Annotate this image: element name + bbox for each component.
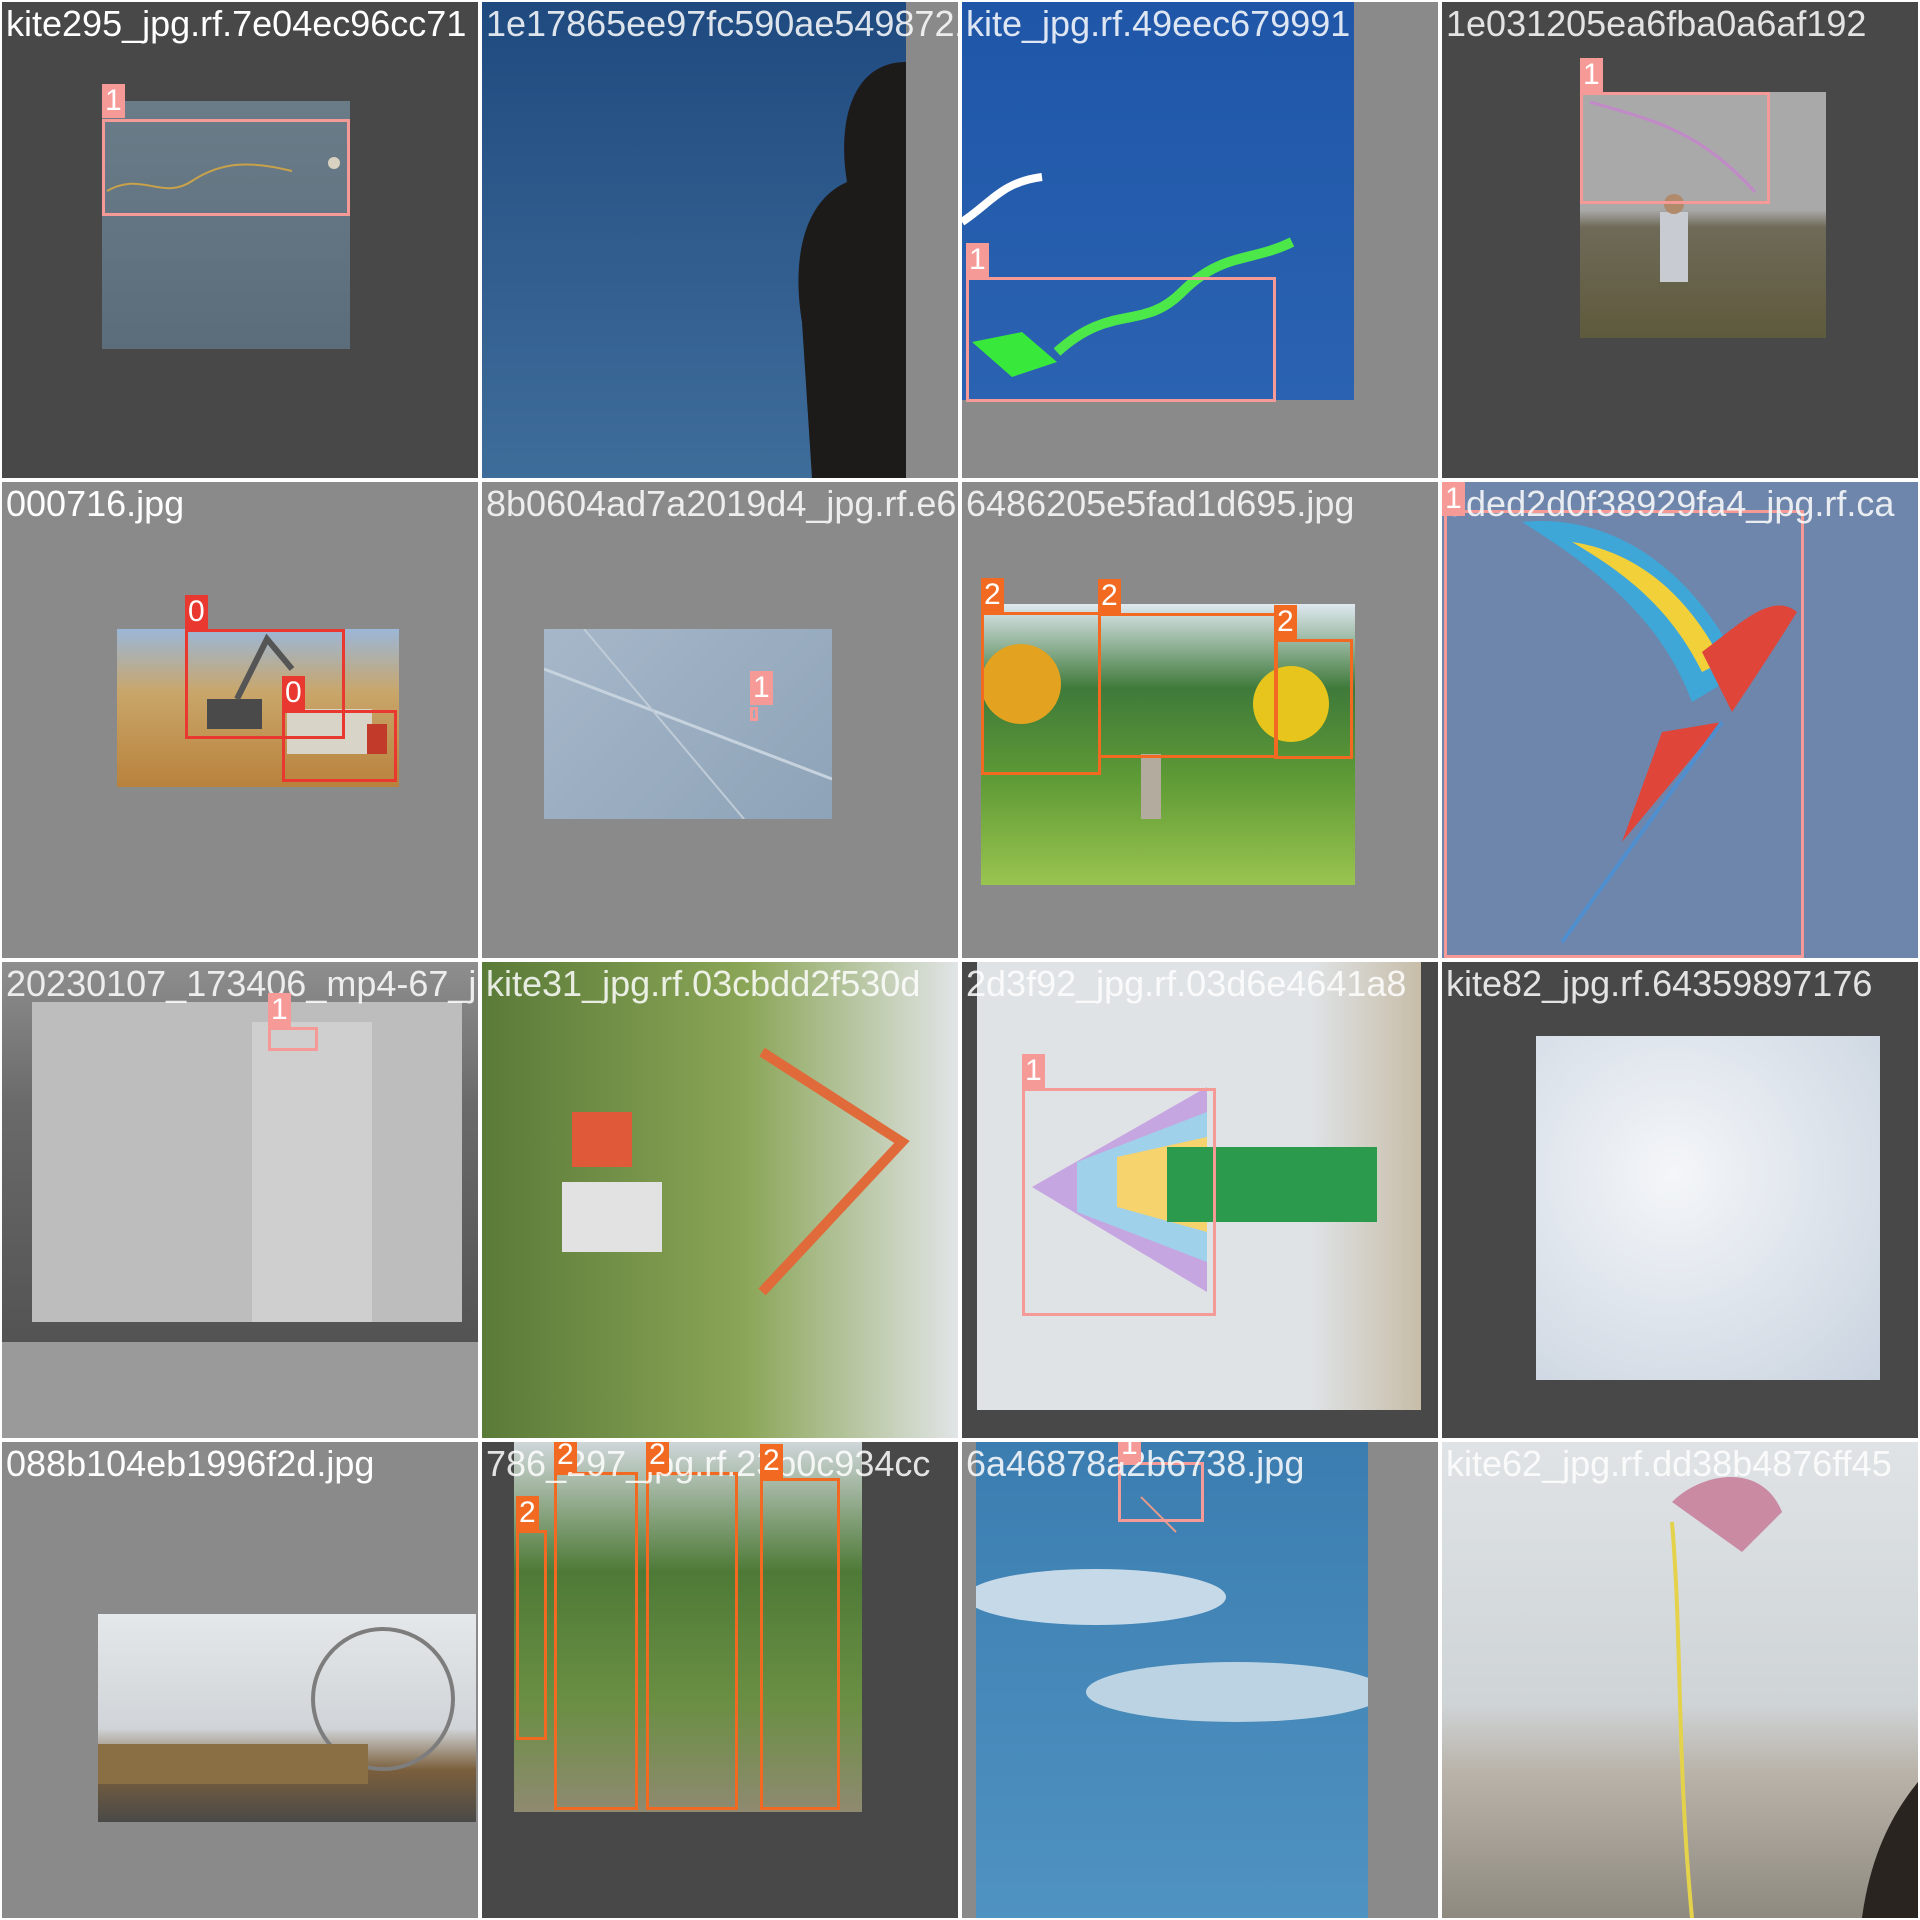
tile-photo <box>98 1614 476 1822</box>
tile-rainbow-kite: 1 2d3f92_jpg.rf.03d6e4641a8 <box>962 962 1438 1438</box>
bbox-class-2 <box>1098 613 1278 758</box>
tile-photo <box>482 962 958 1438</box>
bbox-class-2 <box>516 1530 547 1740</box>
bbox-label: 1 <box>750 671 773 705</box>
contrail-scene <box>544 629 832 819</box>
bbox-class-1 <box>1444 510 1804 958</box>
tile-contrail-sky: 1 8b0604ad7a2019d4_jpg.rf.e6 <box>482 482 958 958</box>
tile-green-kite: 1 kite_jpg.rf.49eec679991 <box>962 2 1438 478</box>
father-child-kite-scene <box>562 1047 910 1296</box>
bbox-label: 2 <box>1274 605 1297 639</box>
bbox-class-1 <box>1580 92 1770 204</box>
tile-caption: kite62_jpg.rf.dd38b4876ff45 <box>1446 1443 1892 1484</box>
bbox-label: 2 <box>554 1442 577 1472</box>
london-eye-scene <box>98 1627 455 1784</box>
bbox-label: 2 <box>516 1496 539 1530</box>
bbox-label: 2 <box>981 578 1004 612</box>
bbox-class-1 <box>750 707 758 721</box>
tile-caption: 6486205e5fad1d695.jpg <box>966 483 1355 524</box>
bbox-class-1 <box>966 277 1276 402</box>
bbox-class-1 <box>102 119 350 216</box>
tile-beach-kite: kite62_jpg.rf.dd38b4876ff45 <box>1442 1442 1918 1918</box>
tile-clouds: kite82_jpg.rf.64359897176 <box>1442 962 1918 1438</box>
bbox-label: 1 <box>966 243 989 277</box>
bbox-label: 0 <box>282 676 305 710</box>
bbox-label: 2 <box>1098 579 1121 613</box>
tile-caption: kite31_jpg.rf.03cbdd2f530d <box>486 963 921 1004</box>
tile-cemetery-trees: 2 2 2 6486205e5fad1d695.jpg <box>962 482 1438 958</box>
tile-kite295: 1 kite295_jpg.rf.7e04ec96cc71 <box>2 2 478 478</box>
bbox-label: 2 <box>646 1442 669 1472</box>
tile-photo <box>1536 1036 1880 1380</box>
tile-caption: kite295_jpg.rf.7e04ec96cc71 <box>6 3 467 44</box>
bbox-class-1 <box>1022 1088 1216 1316</box>
detection-mosaic: 1 kite295_jpg.rf.7e04ec96cc71 1e17865ee9… <box>0 0 1920 1920</box>
tile-caption: 1e17865ee97fc590ae5498721f2e5f9 <box>486 3 958 44</box>
bbox-label: 0 <box>185 595 208 629</box>
bbox-class-2 <box>554 1472 638 1810</box>
tile-apartment-building: 1 20230107_173406_mp4-67_jpg <box>2 962 478 1438</box>
tile-blue-sky-kite: 1 6a46878a2b6738.jpg <box>962 1442 1438 1918</box>
bbox-label: 1 <box>1118 1442 1141 1462</box>
tile-family-kite: kite31_jpg.rf.03cbdd2f530d <box>482 962 958 1438</box>
tile-tree-nursery: 2 2 2 2 786_297_jpg.rf.23b0c934cc <box>482 1442 958 1918</box>
bbox-label: 1 <box>1022 1054 1045 1088</box>
bbox-label: 2 <box>760 1444 783 1478</box>
tile-excavator: 0 0 000716.jpg <box>2 482 478 958</box>
tile-caption: kite82_jpg.rf.64359897176 <box>1446 963 1873 1004</box>
bbox-label: 1 <box>1580 58 1603 92</box>
bbox-label: 1 <box>268 993 291 1027</box>
beach-kite-scene <box>1670 1477 1918 1918</box>
tile-parrot-kite: 1 dded2d0f38929fa4_jpg.rf.ca <box>1442 482 1918 958</box>
tile-photo <box>544 629 832 819</box>
tile-caption: 000716.jpg <box>6 483 185 524</box>
tile-caption: 1e031205ea6fba0a6af192 <box>1446 3 1867 44</box>
bbox-class-2 <box>981 612 1101 775</box>
tile-caption: kite_jpg.rf.49eec679991 <box>966 3 1351 44</box>
bbox-class-2 <box>760 1478 840 1810</box>
person-silhouette <box>798 62 906 478</box>
tile-london-eye: 088b104eb1996f2d.jpg <box>2 1442 478 1918</box>
tile-photo <box>2 962 478 1438</box>
building-scene <box>2 1002 478 1438</box>
tile-caption: dded2d0f38929fa4_jpg.rf.ca <box>1446 483 1895 524</box>
bbox-label: 1 <box>102 84 125 118</box>
tile-caption: 786_297_jpg.rf.23b0c934cc <box>486 1443 931 1484</box>
bbox-class-2 <box>1274 639 1353 759</box>
tile-photo <box>1442 1442 1918 1918</box>
bbox-class-0 <box>282 710 397 782</box>
tile-kite-field: 1 1e031205ea6fba0a6af192 <box>1442 2 1918 478</box>
tile-caption: 20230107_173406_mp4-67_jpg <box>6 963 478 1004</box>
bbox-label: 1 <box>1442 482 1465 516</box>
tile-sky-silhouette: 1e17865ee97fc590ae5498721f2e5f9 <box>482 2 958 478</box>
tile-caption: 088b104eb1996f2d.jpg <box>6 1443 375 1484</box>
tile-caption: 8b0604ad7a2019d4_jpg.rf.e6 <box>486 483 957 524</box>
tile-caption: 2d3f92_jpg.rf.03d6e4641a8 <box>966 963 1407 1004</box>
tile-photo <box>482 2 906 478</box>
bbox-class-1 <box>268 1027 318 1051</box>
bbox-class-2 <box>646 1472 738 1810</box>
